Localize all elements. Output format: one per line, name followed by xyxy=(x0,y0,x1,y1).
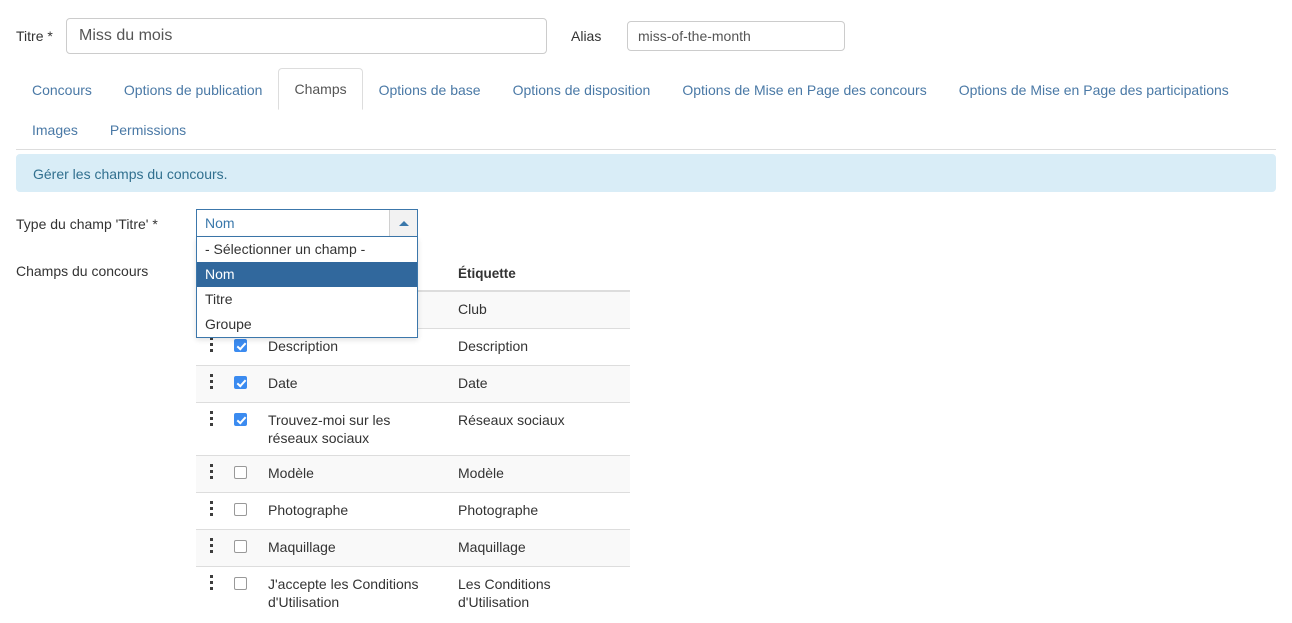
row-checkbox[interactable] xyxy=(234,339,247,352)
row-field-name: Maquillage xyxy=(260,530,450,567)
tab-bar: Concours Options de publication Champs O… xyxy=(16,68,1276,150)
row-checkbox[interactable] xyxy=(234,540,247,553)
tab-options-de-disposition[interactable]: Options de disposition xyxy=(497,69,667,110)
table-body: ClubClubDescriptionDescriptionDateDateTr… xyxy=(196,291,630,619)
row-field-label: Date xyxy=(450,366,630,403)
row-drag-cell xyxy=(196,366,226,403)
row-drag-cell xyxy=(196,567,226,620)
title-field-label: Titre * xyxy=(0,18,66,54)
row-field-name: J'accepte les Conditions d'Utilisation xyxy=(260,567,450,620)
field-type-options-menu: - Sélectionner un champ -NomTitreGroupe xyxy=(196,237,418,338)
drag-handle-icon[interactable] xyxy=(210,464,214,480)
row-checkbox[interactable] xyxy=(234,503,247,516)
contest-fields-label: Champs du concours xyxy=(16,261,148,281)
row-field-label: Réseaux sociaux xyxy=(450,403,630,456)
tab-champs[interactable]: Champs xyxy=(278,68,362,110)
tab-options-de-publication[interactable]: Options de publication xyxy=(108,69,279,110)
row-checkbox[interactable] xyxy=(234,466,247,479)
alias-input[interactable] xyxy=(627,21,845,51)
drag-handle-icon[interactable] xyxy=(210,411,214,427)
tab-list: Concours Options de publication Champs O… xyxy=(16,68,1276,150)
row-field-name: Trouvez-moi sur les réseaux sociaux xyxy=(260,403,450,456)
tab-options-mise-en-page-participations[interactable]: Options de Mise en Page des participatio… xyxy=(943,69,1245,110)
field-type-option-2[interactable]: Titre xyxy=(197,287,417,312)
table-row: ModèleModèle xyxy=(196,456,630,493)
title-input[interactable] xyxy=(66,18,547,54)
tab-options-de-base[interactable]: Options de base xyxy=(363,69,497,110)
tab-images[interactable]: Images xyxy=(16,109,94,150)
page-root: Titre * Alias Concours Options de public… xyxy=(0,0,1292,623)
row-checkbox[interactable] xyxy=(234,413,247,426)
table-row: Trouvez-moi sur les réseaux sociauxRésea… xyxy=(196,403,630,456)
field-type-label: Type du champ 'Titre' * xyxy=(16,214,158,234)
row-checkbox-cell xyxy=(226,403,260,456)
row-checkbox-cell xyxy=(226,530,260,567)
tab-options-mise-en-page-concours[interactable]: Options de Mise en Page des concours xyxy=(666,69,942,110)
row-checkbox-cell xyxy=(226,493,260,530)
table-row: DateDate xyxy=(196,366,630,403)
field-type-select-wrapper: Nom - Sélectionner un champ -NomTitreGro… xyxy=(196,209,418,237)
row-drag-cell xyxy=(196,456,226,493)
field-type-selected-value: Nom xyxy=(197,210,389,236)
row-checkbox-cell xyxy=(226,456,260,493)
field-type-option-0[interactable]: - Sélectionner un champ - xyxy=(197,237,417,262)
row-checkbox[interactable] xyxy=(234,577,247,590)
row-checkbox[interactable] xyxy=(234,376,247,389)
row-field-name: Date xyxy=(260,366,450,403)
drag-handle-icon[interactable] xyxy=(210,575,214,591)
row-field-label: Description xyxy=(450,329,630,366)
row-field-label: Maquillage xyxy=(450,530,630,567)
table-row: MaquillageMaquillage xyxy=(196,530,630,567)
row-field-label: Les Conditions d'Utilisation xyxy=(450,567,630,620)
field-type-select[interactable]: Nom xyxy=(196,209,418,237)
field-type-option-3[interactable]: Groupe xyxy=(197,312,417,337)
row-checkbox-cell xyxy=(226,567,260,620)
row-field-name: Modèle xyxy=(260,456,450,493)
row-drag-cell xyxy=(196,403,226,456)
drag-handle-icon[interactable] xyxy=(210,374,214,390)
row-field-label: Club xyxy=(450,291,630,329)
info-alert: Gérer les champs du concours. xyxy=(16,154,1276,192)
row-checkbox-cell xyxy=(226,366,260,403)
tab-concours[interactable]: Concours xyxy=(16,69,108,110)
column-header-label: Étiquette xyxy=(450,258,630,291)
title-alias-row: Titre * Alias xyxy=(0,18,1292,54)
drag-handle-icon[interactable] xyxy=(210,501,214,517)
drag-handle-icon[interactable] xyxy=(210,538,214,554)
field-type-option-1[interactable]: Nom xyxy=(197,262,417,287)
field-type-toggle-button[interactable] xyxy=(389,210,417,236)
caret-up-icon xyxy=(399,221,409,226)
row-drag-cell xyxy=(196,530,226,567)
row-field-label: Modèle xyxy=(450,456,630,493)
drag-handle-icon[interactable] xyxy=(210,337,214,353)
alias-field-label: Alias xyxy=(571,18,627,54)
row-field-name: Photographe xyxy=(260,493,450,530)
table-row: J'accepte les Conditions d'UtilisationLe… xyxy=(196,567,630,620)
row-drag-cell xyxy=(196,493,226,530)
table-row: PhotographePhotographe xyxy=(196,493,630,530)
row-field-label: Photographe xyxy=(450,493,630,530)
tab-permissions[interactable]: Permissions xyxy=(94,109,202,150)
